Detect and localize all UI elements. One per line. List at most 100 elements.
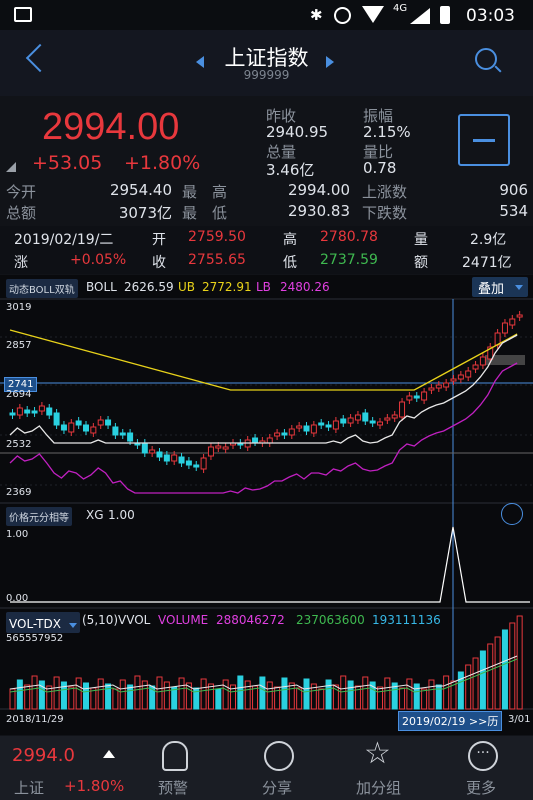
up-arrow-icon bbox=[103, 750, 115, 758]
volume-bar bbox=[472, 657, 479, 710]
gallery-icon bbox=[14, 7, 32, 22]
clock: 03:03 bbox=[466, 6, 515, 26]
kline-chart[interactable] bbox=[0, 275, 533, 735]
volume-bar bbox=[97, 678, 104, 710]
volume-bar bbox=[46, 685, 53, 710]
day-chg: +0.05% bbox=[70, 252, 127, 268]
share-icon[interactable] bbox=[264, 741, 294, 771]
day-amt-label: 额 bbox=[414, 255, 428, 271]
amplitude-value: 2.15% bbox=[363, 123, 411, 141]
volume-bar bbox=[24, 684, 31, 710]
candle-body bbox=[457, 374, 464, 380]
quote-panel: 2994.00 +53.05 +1.80% 昨收 2940.95 总量 3.46… bbox=[0, 96, 533, 230]
volume-bar bbox=[325, 679, 332, 710]
stat-value: 2954.40 bbox=[109, 181, 172, 199]
volume-bar bbox=[296, 687, 303, 710]
chart-area[interactable]: 动态BOLL双轨 BOLL 2626.59 UB 2772.91 LB 2480… bbox=[0, 275, 533, 735]
volume-bar bbox=[501, 629, 508, 710]
volume-bar bbox=[163, 681, 170, 710]
candle-body bbox=[303, 425, 310, 432]
volume-bar bbox=[112, 688, 119, 710]
candle-body bbox=[391, 414, 398, 419]
candle-body bbox=[288, 428, 295, 436]
candle-body bbox=[332, 420, 339, 430]
last-price: 2994.00 bbox=[42, 106, 180, 148]
bottom-pct: +1.80% bbox=[64, 777, 125, 795]
bottom-bar: 2994.0 上证 +1.80% 预警 分享 ☆ 加分组 ··· 更多 bbox=[0, 736, 533, 800]
stat-label: 最 高 bbox=[182, 183, 228, 201]
xg-indicator-tag[interactable]: 价格元分相等 bbox=[6, 507, 72, 526]
candle-body bbox=[112, 426, 119, 436]
volume-bar bbox=[259, 676, 266, 710]
candle-body bbox=[171, 454, 178, 462]
candle-body bbox=[310, 424, 317, 434]
xg-y-bot: 0.00 bbox=[6, 593, 29, 604]
day-open: 2759.50 bbox=[188, 229, 246, 245]
x-end-date: 3/01 bbox=[508, 714, 531, 725]
volume-bar bbox=[362, 676, 369, 710]
signal-icon bbox=[410, 8, 430, 24]
candle-body bbox=[68, 422, 75, 433]
volume-bar bbox=[207, 683, 214, 710]
volume-bar bbox=[178, 677, 185, 710]
stat-label: 下跌数 bbox=[362, 204, 408, 222]
vol-volume-label: VOLUME bbox=[158, 613, 209, 627]
candle-body bbox=[215, 445, 222, 449]
candle-body bbox=[281, 432, 288, 436]
volume-bar bbox=[428, 679, 435, 710]
daily-info: 2019/02/19/二 开 2759.50 高 2780.78 量 2.9亿 … bbox=[0, 226, 533, 274]
chevron-down-icon bbox=[69, 623, 78, 628]
volume-bar bbox=[303, 678, 310, 710]
volume-bar bbox=[465, 664, 472, 710]
y-label-5: 2532 bbox=[6, 439, 32, 450]
day-date: 2019/02/19/二 bbox=[14, 232, 114, 248]
volume-bar bbox=[83, 682, 89, 710]
candle-body bbox=[90, 426, 97, 434]
share-button[interactable]: 分享 bbox=[262, 777, 292, 798]
volume-bar bbox=[119, 679, 126, 710]
day-low: 2737.59 bbox=[320, 252, 378, 268]
vol-value-1: 288046272 bbox=[216, 613, 285, 627]
volume-bar bbox=[288, 682, 295, 710]
stat-label: 今开 bbox=[6, 183, 37, 201]
candle-body bbox=[413, 395, 420, 399]
volume-bar bbox=[457, 671, 464, 710]
x-cursor-date: 2019/02/19 >>历 bbox=[398, 711, 503, 731]
more-icon[interactable]: ··· bbox=[468, 741, 498, 771]
candle-body bbox=[362, 412, 369, 422]
volume-bar bbox=[494, 636, 501, 710]
candle-body bbox=[31, 410, 38, 414]
stat-value: 906 bbox=[499, 181, 528, 199]
more-button[interactable]: 更多 bbox=[466, 777, 496, 798]
expand-icon[interactable] bbox=[501, 503, 523, 525]
add-group-button[interactable]: 加分组 bbox=[356, 777, 401, 798]
candle-body bbox=[105, 419, 112, 426]
price-change-pct: +1.80% bbox=[124, 152, 201, 174]
collapse-button[interactable] bbox=[458, 114, 510, 166]
stat-value: 534 bbox=[499, 202, 528, 220]
xg-value: 1.00 bbox=[108, 508, 135, 522]
upper-band bbox=[9, 329, 518, 391]
candle-body bbox=[163, 454, 170, 462]
star-icon[interactable]: ☆ bbox=[364, 736, 391, 771]
corner-triangle-icon bbox=[6, 162, 16, 172]
candle-body bbox=[9, 412, 16, 416]
candle-body bbox=[127, 432, 134, 442]
next-stock-icon[interactable] bbox=[326, 56, 334, 68]
day-low-label: 低 bbox=[283, 255, 297, 271]
vol-indicator-tag[interactable]: VOL-TDX bbox=[6, 612, 81, 633]
xg-line bbox=[10, 526, 530, 603]
candle-body bbox=[435, 384, 442, 389]
volume-bar bbox=[516, 615, 523, 710]
alert-button[interactable]: 预警 bbox=[158, 777, 188, 798]
bell-icon[interactable] bbox=[162, 741, 188, 771]
y-label-2: 2857 bbox=[6, 340, 32, 351]
candle-body bbox=[479, 356, 486, 366]
day-close: 2755.65 bbox=[188, 252, 246, 268]
volume-bar bbox=[127, 684, 134, 710]
candle-body bbox=[443, 382, 450, 388]
volume-bar bbox=[215, 688, 222, 710]
candle-body bbox=[384, 417, 391, 421]
day-close-label: 收 bbox=[152, 255, 166, 271]
volume-bar bbox=[134, 675, 141, 710]
